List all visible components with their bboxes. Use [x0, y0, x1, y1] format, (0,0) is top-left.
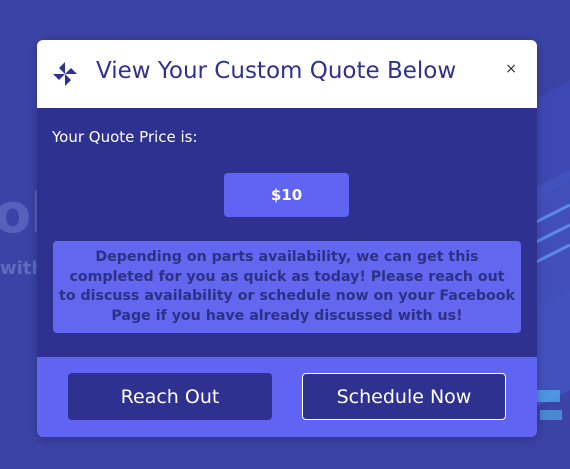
- schedule-now-button[interactable]: Schedule Now: [302, 373, 506, 420]
- pinwheel-icon: [53, 62, 77, 86]
- reach-out-button[interactable]: Reach Out: [68, 373, 272, 420]
- modal-footer: Reach Out Schedule Now: [37, 357, 537, 437]
- quote-price-label: Your Quote Price is:: [52, 128, 198, 146]
- modal-header: View Your Custom Quote Below ×: [37, 40, 537, 108]
- quote-price-value: $10: [224, 173, 349, 217]
- availability-notice: Depending on parts availability, we can …: [53, 241, 521, 333]
- close-button[interactable]: ×: [505, 61, 517, 77]
- modal-title: View Your Custom Quote Below: [96, 58, 457, 84]
- quote-modal: View Your Custom Quote Below × Your Quot…: [37, 40, 537, 437]
- modal-body: Your Quote Price is: $10 Depending on pa…: [37, 108, 537, 357]
